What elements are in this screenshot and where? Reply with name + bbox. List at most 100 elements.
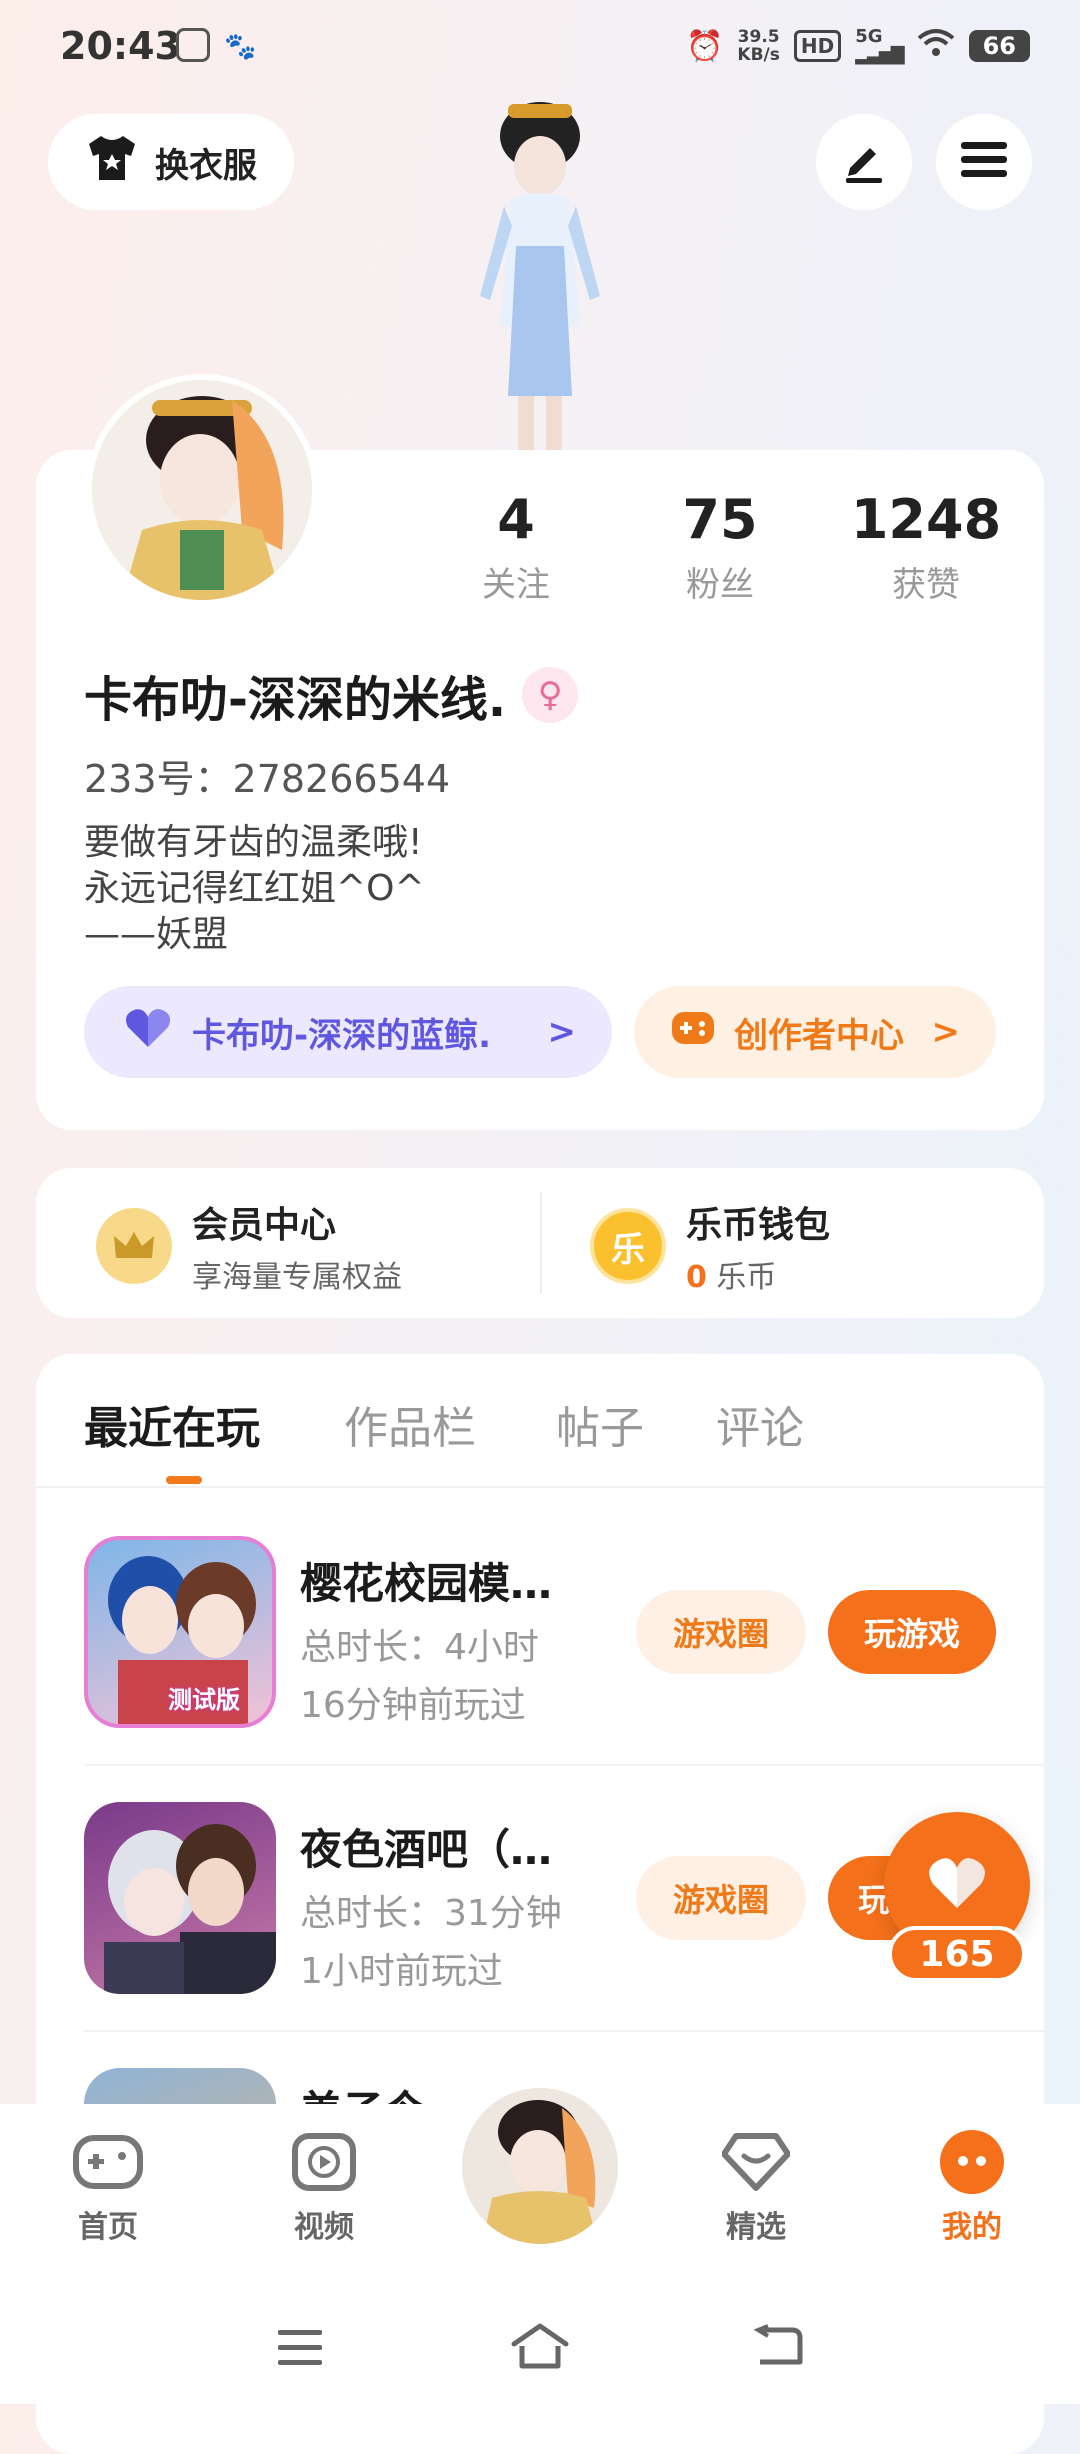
row-divider (84, 2030, 1044, 2032)
shirt-icon (85, 134, 139, 191)
female-gender-icon: ♀ (522, 667, 579, 723)
nav-mine-label: 我的 (942, 2210, 1002, 2245)
stat-following-label: 关注 (482, 565, 550, 605)
hamburger-menu-icon (961, 140, 1007, 184)
floating-like-count: 165 (888, 1926, 1026, 1982)
game-thumbnail[interactable]: 测试版 (84, 1536, 276, 1728)
alarm-icon: ⏰ (686, 28, 724, 64)
stat-following[interactable]: 4 关注 (436, 488, 596, 606)
bio-line: 永远记得红红姐^O^ (84, 868, 425, 909)
nav-featured-label: 精选 (726, 2210, 786, 2245)
wallet-unit: 乐币 (716, 1260, 777, 1295)
game-last-played: 1小时前玩过 (300, 1951, 503, 1992)
battery-icon: 66 (968, 30, 1030, 62)
stat-fans-label: 粉丝 (686, 565, 754, 605)
signal-bars-icon: ▂▃▅▇ (855, 44, 904, 65)
user-id: 233号：278266544 (84, 748, 450, 803)
net-speed-value: 39.5 (737, 27, 780, 47)
tab-recent-played[interactable]: 最近在玩 (84, 1392, 260, 1456)
username: 卡布叻-深深的米线. (84, 672, 507, 728)
status-time: 20:43 (60, 24, 181, 68)
tab-posts[interactable]: 帖子 (556, 1392, 644, 1456)
member-center[interactable]: 会员中心 享海量专属权益 (96, 1196, 402, 1296)
home-icon[interactable] (510, 2322, 570, 2374)
signal-icon: 5G ▂▃▅▇ (855, 28, 904, 65)
stat-following-value: 4 (497, 488, 535, 551)
game-title[interactable]: 夜色酒吧（… (300, 1816, 600, 1877)
hd-icon: HD (793, 30, 842, 62)
user-id-value: 278266544 (232, 757, 451, 801)
user-id-label: 233号： (84, 757, 233, 801)
play-video-icon (286, 2130, 362, 2194)
divider (540, 1192, 542, 1294)
avatar-fullbody-image (420, 96, 660, 450)
tab-indicator (166, 1476, 202, 1484)
bio-line: 要做有牙齿的温柔哦! (84, 822, 423, 863)
wallet[interactable]: 乐 乐币钱包 0 乐币 (590, 1196, 830, 1296)
nav-home-label: 首页 (78, 2210, 138, 2245)
user-bio: 要做有牙齿的温柔哦! 永远记得红红姐^O^ ——妖盟 (84, 820, 425, 958)
profile-avatar[interactable] (86, 374, 318, 606)
creator-center-label: 创作者中心 (734, 1015, 904, 1056)
play-game-button[interactable]: 玩游戏 (828, 1590, 996, 1674)
game-title[interactable]: 樱花校园模… (300, 1550, 600, 1611)
menu-button[interactable] (936, 114, 1032, 210)
profile-face-icon (934, 2130, 1010, 2194)
net-speed-unit: KB/s (737, 45, 780, 65)
stat-likes-value: 1248 (850, 488, 1002, 551)
stat-likes-label: 获赞 (892, 565, 960, 605)
test-version-tag: 测试版 (168, 1686, 240, 1714)
blue-whale-chip[interactable]: 卡布叻-深深的蓝鲸. > (84, 986, 612, 1078)
tab-divider (36, 1486, 1044, 1488)
stat-fans-value: 75 (682, 488, 758, 551)
chevron-right-icon: > (547, 1012, 577, 1052)
heart-icon (927, 1856, 987, 1914)
nav-featured[interactable]: 精选 (686, 2130, 826, 2246)
tab-works[interactable]: 作品栏 (344, 1392, 476, 1456)
status-bar: 20:43 🐾 ⏰ 39.5 KB/s HD 5G ▂▃▅▇ 66 (0, 0, 1080, 96)
change-outfit-button[interactable]: 换衣服 (48, 114, 294, 210)
nav-avatar-center[interactable] (456, 2082, 624, 2250)
stat-fans[interactable]: 75 粉丝 (640, 488, 800, 606)
back-icon[interactable] (752, 2324, 804, 2372)
nav-home[interactable]: 首页 (38, 2130, 178, 2246)
game-last-played: 16分钟前玩过 (300, 1685, 526, 1726)
wallet-amount: 0 (686, 1260, 707, 1295)
system-nav-bar (0, 2294, 1080, 2404)
coin-icon: 乐 (590, 1208, 666, 1284)
tab-comments[interactable]: 评论 (716, 1392, 804, 1456)
gamepad-icon (70, 2130, 146, 2194)
member-center-subtitle: 享海量专属权益 (192, 1260, 402, 1295)
net-speed: 39.5 KB/s (737, 28, 779, 64)
game-duration: 总时长：31分钟 (300, 1893, 562, 1934)
nav-video-label: 视频 (294, 2210, 354, 2245)
chevron-right-icon: > (931, 1012, 961, 1052)
blue-whale-chip-label: 卡布叻-深深的蓝鲸. (192, 1015, 492, 1056)
creator-center-chip[interactable]: 创作者中心 > (634, 986, 996, 1078)
heart-badge-icon (718, 2130, 794, 2194)
gamepad-icon (670, 1008, 716, 1057)
game-duration: 总时长：4小时 (300, 1627, 539, 1668)
wallet-balance: 0 乐币 (686, 1252, 830, 1296)
status-right-group: ⏰ 39.5 KB/s HD 5G ▂▃▅▇ 66 (686, 28, 1030, 64)
stat-likes[interactable]: 1248 获赞 (846, 488, 1006, 606)
bio-line: ——妖盟 (84, 914, 229, 955)
crown-icon (96, 1208, 172, 1284)
wallet-title: 乐币钱包 (686, 1205, 831, 1246)
nav-video[interactable]: 视频 (254, 2130, 394, 2246)
username-row: 卡布叻-深深的米线. ♀ (84, 660, 579, 730)
edit-button[interactable] (816, 114, 912, 210)
app-notification-icon (176, 28, 210, 62)
member-center-title: 会员中心 (192, 1205, 337, 1246)
recent-apps-icon[interactable] (276, 2328, 324, 2372)
game-thumbnail[interactable] (84, 1802, 276, 1994)
game-circle-button[interactable]: 游戏圈 (636, 1856, 806, 1940)
row-divider (84, 1764, 1044, 1766)
baidu-paw-icon: 🐾 (224, 32, 257, 62)
wifi-icon (917, 28, 955, 64)
nav-mine[interactable]: 我的 (902, 2130, 1042, 2246)
pen-icon (840, 136, 888, 188)
heart-icon (124, 1007, 172, 1058)
game-circle-button[interactable]: 游戏圈 (636, 1590, 806, 1674)
change-outfit-label: 换衣服 (155, 145, 257, 186)
